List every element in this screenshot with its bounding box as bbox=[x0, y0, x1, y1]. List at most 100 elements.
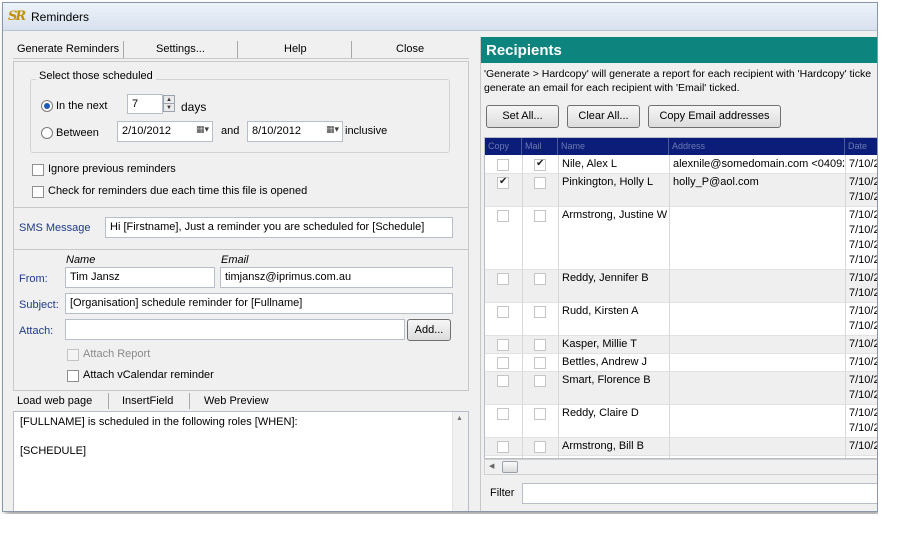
recipient-name: Rudd, Kirsten A bbox=[562, 305, 639, 317]
from-date-picker[interactable]: 2/10/2012 ▦▾ bbox=[117, 121, 213, 142]
tab-separator bbox=[189, 393, 190, 409]
table-row[interactable]: Bettles, Andrew J 7/10/2 bbox=[485, 354, 878, 372]
to-date-picker[interactable]: 8/10/2012 ▦▾ bbox=[247, 121, 343, 142]
between-radio[interactable] bbox=[41, 127, 53, 139]
table-row[interactable]: Armstrong, Justine W 7/10/2 7/10/2 7/10/2 7/… bbox=[485, 207, 877, 270]
menu-help[interactable]: Help bbox=[284, 43, 307, 55]
mail-checkbox[interactable] bbox=[534, 158, 546, 171]
recipients-grid[interactable]: Copy Mail Name Address Date Nile, Alex L… bbox=[484, 137, 878, 459]
table-row[interactable]: Smart, Florence B 7/10/2 7/10/2 bbox=[485, 372, 878, 405]
clear-all-button[interactable]: Clear All... bbox=[567, 105, 640, 128]
menu-separator bbox=[351, 41, 352, 58]
recipient-date: 7/10/2 bbox=[849, 176, 878, 188]
mail-checkbox[interactable] bbox=[534, 357, 546, 369]
title-bar: SR Reminders bbox=[3, 3, 877, 31]
copy-checkbox[interactable] bbox=[497, 408, 509, 420]
copy-checkbox[interactable] bbox=[497, 306, 509, 318]
divider bbox=[13, 207, 469, 208]
from-email-input[interactable]: timjansz@iprimus.com.au bbox=[220, 267, 453, 288]
check-on-open-checkbox[interactable] bbox=[32, 186, 44, 198]
spin-down-icon[interactable]: ▼ bbox=[164, 104, 174, 112]
column-header-mail[interactable]: Mail bbox=[522, 138, 558, 155]
mail-checkbox[interactable] bbox=[534, 408, 546, 420]
scroll-left-icon[interactable]: ◀ bbox=[489, 462, 494, 470]
copy-checkbox[interactable] bbox=[497, 273, 509, 285]
between-label: Between bbox=[56, 127, 99, 139]
menu-generate-reminders[interactable]: Generate Reminders bbox=[17, 43, 119, 55]
email-header: Email bbox=[221, 254, 249, 266]
tab-load-web-page[interactable]: Load web page bbox=[17, 395, 92, 407]
menu-settings[interactable]: Settings... bbox=[156, 43, 205, 55]
scrollbar-thumb[interactable] bbox=[502, 461, 518, 473]
table-row[interactable]: Nile, Alex L alexnile@somedomain.com <040… bbox=[485, 156, 877, 174]
attach-label: Attach: bbox=[19, 325, 54, 337]
recipient-name: Reddy, Claire D bbox=[562, 407, 639, 419]
copy-checkbox[interactable] bbox=[497, 210, 509, 222]
copy-checkbox[interactable] bbox=[497, 159, 509, 171]
ignore-previous-checkbox[interactable] bbox=[32, 164, 44, 176]
table-row[interactable]: Reddy, Jennifer B 7/10/2 7/10/2 bbox=[485, 270, 877, 303]
from-date-value: 2/10/2012 bbox=[122, 125, 171, 137]
column-header-address[interactable]: Address bbox=[669, 138, 845, 155]
grid-horizontal-scrollbar[interactable]: ◀ bbox=[484, 459, 877, 475]
recipient-name: Armstrong, Justine W bbox=[562, 209, 668, 221]
attach-report-checkbox bbox=[67, 349, 79, 361]
and-label: and bbox=[221, 125, 240, 137]
scheduled-legend: Select those scheduled bbox=[36, 70, 156, 82]
tab-web-preview[interactable]: Web Preview bbox=[204, 395, 269, 407]
recipient-date: 7/10/2 bbox=[849, 320, 878, 332]
recipient-date: 7/10/2 bbox=[849, 356, 878, 368]
filter-input[interactable] bbox=[522, 483, 877, 504]
copy-checkbox[interactable] bbox=[497, 441, 509, 453]
add-attachment-button[interactable]: Add... bbox=[407, 319, 451, 341]
attach-input[interactable] bbox=[65, 319, 405, 340]
recipient-date: 7/10/2 bbox=[849, 338, 878, 350]
column-divider bbox=[669, 155, 670, 458]
scroll-up-icon[interactable]: ▲ bbox=[456, 415, 463, 422]
spin-up-icon[interactable]: ▲ bbox=[164, 96, 174, 104]
days-count-input[interactable]: 7 bbox=[127, 94, 163, 114]
mail-checkbox[interactable] bbox=[534, 177, 546, 189]
from-name-input[interactable]: Tim Jansz bbox=[65, 267, 215, 288]
table-row[interactable]: Armstrong, Bill B 7/10/2 bbox=[485, 438, 877, 456]
tab-insert-field[interactable]: InsertField bbox=[122, 395, 173, 407]
check-on-open-label: Check for reminders due each time this f… bbox=[48, 185, 308, 197]
mail-checkbox[interactable] bbox=[534, 210, 546, 222]
copy-email-addresses-button[interactable]: Copy Email addresses bbox=[648, 105, 781, 128]
table-row[interactable]: Reddy, Claire D 7/10/2 7/10/2 bbox=[485, 405, 878, 438]
column-header-date[interactable]: Date bbox=[845, 138, 877, 155]
days-spinner[interactable]: ▲ ▼ bbox=[163, 95, 175, 112]
sms-message-input[interactable]: Hi [Firstname], Just a reminder you are … bbox=[105, 217, 453, 238]
table-row[interactable]: Rudd, Kirsten A 7/10/2 7/10/2 bbox=[485, 303, 878, 336]
mail-checkbox[interactable] bbox=[534, 273, 546, 285]
copy-checkbox[interactable] bbox=[497, 339, 509, 351]
calendar-dropdown-icon[interactable]: ▦▾ bbox=[317, 124, 339, 139]
recipient-date: 7/10/20 bbox=[849, 191, 877, 203]
column-header-name[interactable]: Name bbox=[558, 138, 669, 155]
in-next-radio[interactable] bbox=[41, 100, 53, 112]
mail-checkbox[interactable] bbox=[534, 375, 546, 387]
menu-close[interactable]: Close bbox=[396, 43, 424, 55]
subject-input[interactable]: [Organisation] schedule reminder for [Fu… bbox=[65, 293, 453, 314]
table-row[interactable]: Kasper, Millie T 7/10/2 bbox=[485, 336, 878, 354]
recipient-date: 7/10/2 bbox=[849, 389, 878, 401]
message-editor[interactable]: [FULLNAME] is scheduled in the following… bbox=[13, 411, 469, 511]
recipient-date: 7/10/2 bbox=[849, 422, 878, 434]
mail-checkbox[interactable] bbox=[534, 339, 546, 351]
attach-report-label: Attach Report bbox=[83, 348, 151, 360]
copy-checkbox[interactable] bbox=[497, 176, 509, 189]
mail-checkbox[interactable] bbox=[534, 306, 546, 318]
column-divider bbox=[558, 155, 559, 458]
column-divider bbox=[845, 155, 846, 458]
recipients-description-line2: generate an email for each recipient wit… bbox=[484, 82, 740, 94]
editor-scrollbar[interactable]: ▲ bbox=[452, 412, 468, 511]
set-all-button[interactable]: Set All... bbox=[486, 105, 559, 128]
calendar-dropdown-icon[interactable]: ▦▾ bbox=[187, 124, 209, 139]
torn-edge-bottom bbox=[0, 514, 903, 537]
column-header-copy[interactable]: Copy bbox=[485, 138, 522, 155]
mail-checkbox[interactable] bbox=[534, 441, 546, 453]
table-row[interactable]: Pinkington, Holly L holly_P@aol.com 7/10/2… bbox=[485, 174, 878, 207]
copy-checkbox[interactable] bbox=[497, 357, 509, 369]
copy-checkbox[interactable] bbox=[497, 375, 509, 387]
attach-vcal-checkbox[interactable] bbox=[67, 370, 79, 382]
